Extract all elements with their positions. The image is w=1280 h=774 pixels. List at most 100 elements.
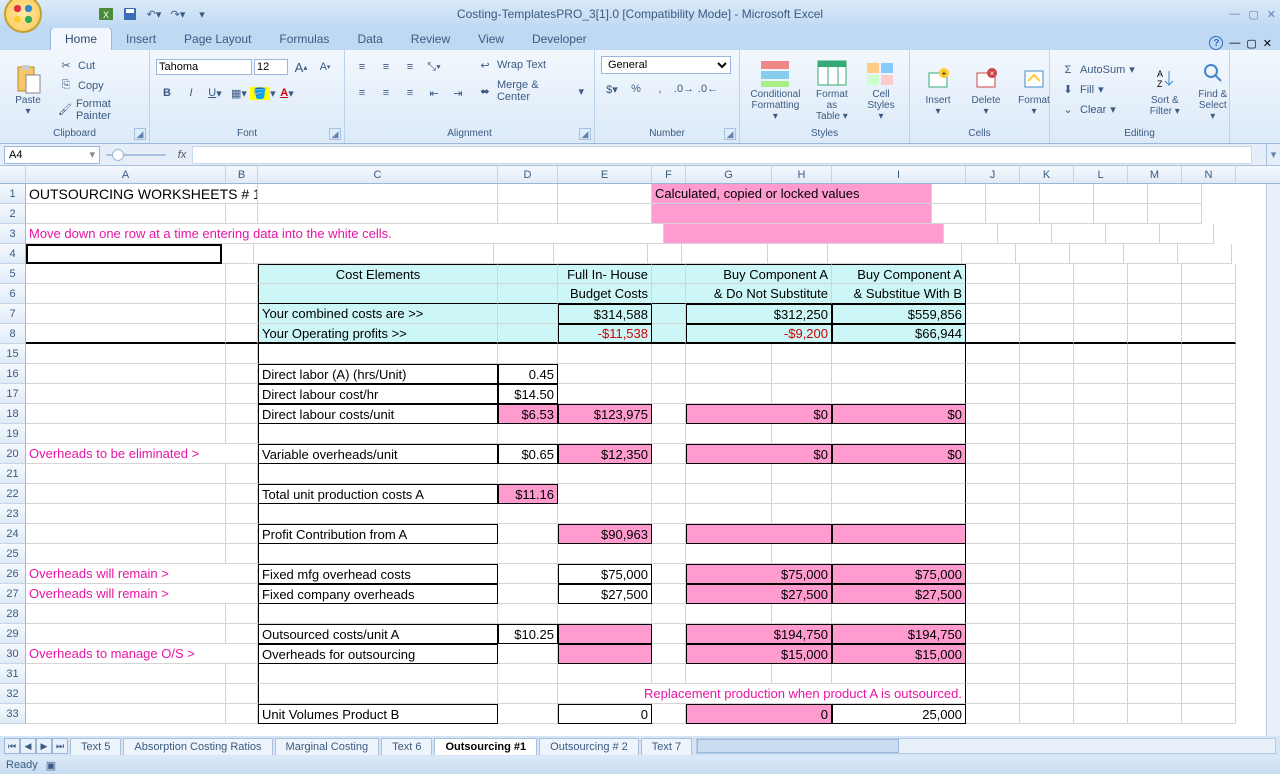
cell[interactable]: [772, 504, 832, 524]
font-launcher-icon[interactable]: ◢: [329, 128, 341, 140]
cell[interactable]: [258, 604, 498, 624]
cell[interactable]: [498, 524, 558, 544]
macro-record-icon[interactable]: ▣: [46, 759, 56, 772]
col-header[interactable]: B: [226, 166, 258, 183]
cell[interactable]: [966, 704, 1020, 724]
mdi-close-icon[interactable]: ✕: [1263, 37, 1272, 50]
cell[interactable]: [1020, 704, 1074, 724]
cell[interactable]: [966, 384, 1020, 404]
cell[interactable]: [226, 544, 258, 564]
undo-icon[interactable]: ↶▾: [144, 4, 164, 24]
cell[interactable]: $27,500: [686, 584, 832, 604]
cell[interactable]: & Do Not Substitute: [686, 284, 832, 304]
cell[interactable]: [986, 204, 1040, 224]
cell[interactable]: [1074, 344, 1128, 364]
cell[interactable]: [258, 284, 498, 304]
cell[interactable]: [1128, 284, 1182, 304]
cell[interactable]: Buy Component A: [832, 264, 966, 284]
cell[interactable]: [1020, 504, 1074, 524]
cell[interactable]: Direct labour cost/hr: [258, 384, 498, 404]
row-header[interactable]: 3: [0, 224, 26, 244]
cell[interactable]: $75,000: [686, 564, 832, 584]
cell[interactable]: [772, 364, 832, 384]
cell[interactable]: Outsourced costs/unit A: [258, 624, 498, 644]
cell[interactable]: [498, 284, 558, 304]
underline-button[interactable]: U▾: [204, 82, 226, 104]
format-painter-button[interactable]: 🖌Format Painter: [54, 97, 143, 123]
cell[interactable]: $123,975: [558, 404, 652, 424]
cell[interactable]: -$11,538: [558, 324, 652, 344]
align-bottom-icon[interactable]: ≡: [399, 56, 421, 78]
last-sheet-icon[interactable]: ⏭: [52, 738, 68, 754]
cell[interactable]: [498, 604, 558, 624]
row-header[interactable]: 16: [0, 364, 26, 384]
percent-format-icon[interactable]: %: [625, 78, 647, 100]
cell[interactable]: [1182, 484, 1236, 504]
cell[interactable]: [962, 244, 1016, 264]
cell[interactable]: 0.45: [498, 364, 558, 384]
formula-input[interactable]: [192, 146, 1252, 164]
cell[interactable]: [226, 524, 258, 544]
cell[interactable]: [26, 284, 226, 304]
cell[interactable]: Overheads to be eliminated >: [26, 444, 258, 464]
row-header[interactable]: 29: [0, 624, 26, 644]
cell[interactable]: [1020, 604, 1074, 624]
cell[interactable]: [1074, 644, 1128, 664]
cell[interactable]: [226, 664, 258, 684]
cell[interactable]: [686, 664, 772, 684]
cell[interactable]: [558, 204, 652, 224]
cell[interactable]: [966, 264, 1020, 284]
insert-button[interactable]: +Insert▾: [916, 52, 960, 127]
cell[interactable]: [772, 484, 832, 504]
cell[interactable]: [226, 384, 258, 404]
row-header[interactable]: 33: [0, 704, 26, 724]
cell[interactable]: [26, 384, 226, 404]
save-icon[interactable]: [120, 4, 140, 24]
align-top-icon[interactable]: ≡: [351, 56, 373, 78]
cell[interactable]: [1020, 684, 1074, 704]
cell[interactable]: Fixed mfg overhead costs: [258, 564, 498, 584]
cell[interactable]: [558, 484, 652, 504]
cell[interactable]: [1074, 624, 1128, 644]
cell[interactable]: [1040, 184, 1094, 204]
cell[interactable]: [226, 324, 258, 344]
cell[interactable]: [664, 224, 944, 244]
cell[interactable]: [772, 344, 832, 364]
cell[interactable]: [1074, 604, 1128, 624]
col-header[interactable]: H: [772, 166, 832, 183]
cell[interactable]: [932, 184, 986, 204]
cell[interactable]: [1178, 244, 1232, 264]
cell[interactable]: [966, 324, 1020, 344]
cell[interactable]: [26, 524, 226, 544]
cell[interactable]: [1020, 344, 1074, 364]
col-header[interactable]: N: [1182, 166, 1236, 183]
accounting-format-icon[interactable]: $▾: [601, 78, 623, 100]
cell[interactable]: [226, 344, 258, 364]
align-middle-icon[interactable]: ≡: [375, 56, 397, 78]
cell[interactable]: 0: [686, 704, 832, 724]
cell[interactable]: [498, 184, 558, 204]
cell[interactable]: [558, 364, 652, 384]
paste-button[interactable]: Paste ▾: [6, 52, 50, 127]
row-header[interactable]: 15: [0, 344, 26, 364]
cell[interactable]: [652, 424, 686, 444]
cell[interactable]: Cost Elements: [258, 264, 498, 284]
cell[interactable]: [1182, 424, 1236, 444]
cell[interactable]: [1182, 544, 1236, 564]
cell[interactable]: [966, 464, 1020, 484]
cell[interactable]: [832, 664, 966, 684]
cell[interactable]: [26, 404, 226, 424]
increase-indent-icon[interactable]: ⇥: [447, 82, 469, 104]
cell[interactable]: [832, 384, 966, 404]
cell[interactable]: [1020, 424, 1074, 444]
vertical-scrollbar[interactable]: [1266, 184, 1280, 736]
cell[interactable]: Unit Volumes Product B: [258, 704, 498, 724]
cell[interactable]: [966, 284, 1020, 304]
row-header[interactable]: 8: [0, 324, 26, 344]
cell[interactable]: [1020, 664, 1074, 684]
cell[interactable]: [1106, 224, 1160, 244]
tab-page-layout[interactable]: Page Layout: [170, 28, 265, 50]
cell[interactable]: [498, 464, 558, 484]
cell[interactable]: $90,963: [558, 524, 652, 544]
cell[interactable]: [1124, 244, 1178, 264]
